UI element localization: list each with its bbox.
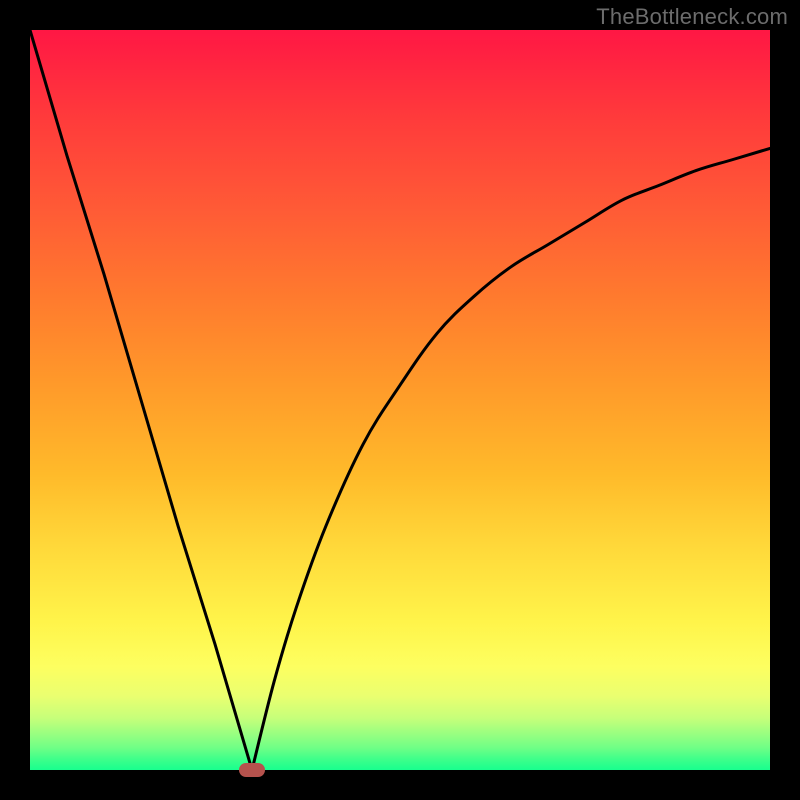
bottleneck-curve bbox=[30, 30, 770, 770]
minimum-marker bbox=[239, 763, 265, 777]
watermark-text: TheBottleneck.com bbox=[596, 4, 788, 30]
chart-frame: TheBottleneck.com bbox=[0, 0, 800, 800]
plot-area bbox=[30, 30, 770, 770]
curve-path bbox=[30, 30, 770, 770]
